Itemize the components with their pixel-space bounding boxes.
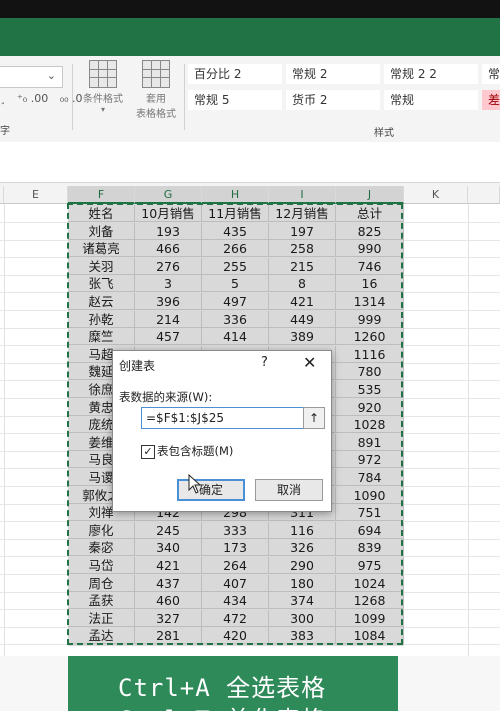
number-format-buttons: ¸ ⁺₀ .00 ₀₀ .0 (0, 92, 91, 105)
format-as-table-label-2: 表格格式 (136, 109, 176, 120)
chevron-down-icon: ⌄ (46, 69, 56, 82)
caption-line-1: Ctrl+A 全选表格 (118, 674, 327, 702)
cell-style-percent-2[interactable]: 百分比 2 (188, 64, 282, 84)
arrow-up-icon: ↑ (308, 411, 320, 425)
format-as-table-button[interactable]: 套用 表格格式 (130, 60, 182, 120)
column-header-e[interactable]: E (4, 186, 68, 204)
checkmark-icon: ✓ (143, 445, 153, 458)
conditional-format-label: 条件格式 (83, 94, 123, 105)
ribbon-separator (184, 64, 185, 130)
column-header-j[interactable]: J (336, 186, 404, 204)
format-as-table-label-1: 套用 (146, 94, 166, 105)
range-input[interactable]: =$F$1:$J$25 (141, 407, 307, 429)
conditional-format-button[interactable]: 条件格式 ▾ (80, 60, 126, 114)
has-headers-checkbox[interactable]: ✓ (141, 445, 155, 459)
has-headers-label[interactable]: 表包含标题(M) (157, 443, 233, 459)
gridline (4, 204, 5, 656)
comma-style-button[interactable]: ¸ (0, 92, 6, 105)
column-header-l[interactable] (468, 186, 500, 204)
shortcut-caption: Ctrl+A 全选表格 Ctrl+T 美化表格 (68, 656, 398, 711)
ribbon-separator (72, 64, 73, 130)
font-group-label: 字 (0, 126, 10, 137)
help-icon[interactable]: ? (261, 355, 268, 370)
create-table-dialog: 创建表 ? ✕ 表数据的来源(W): =$F$1:$J$25 ↑ ✓ 表包含标题… (112, 350, 332, 512)
column-header-h[interactable]: H (202, 186, 269, 204)
conditional-format-icon (89, 60, 117, 88)
cell-style-normal-5[interactable]: 常规 5 (188, 90, 282, 110)
dialog-title: 创建表 (119, 359, 156, 373)
cell-style-normal-2[interactable]: 常规 2 (286, 64, 380, 84)
formula-bar-area (0, 142, 500, 183)
styles-group-label: 样式 (374, 128, 394, 139)
close-icon[interactable]: ✕ (303, 353, 316, 372)
font-size-select[interactable]: ⌄ (0, 66, 63, 88)
cancel-button[interactable]: 取消 (255, 479, 323, 501)
column-header-f[interactable]: F (68, 186, 135, 204)
column-header-g[interactable]: G (135, 186, 202, 204)
ribbon-tab-bar (0, 18, 500, 56)
column-header-i[interactable]: I (269, 186, 336, 204)
column-header-k[interactable]: K (404, 186, 468, 204)
cell-style-partial[interactable]: 常 (482, 64, 500, 84)
window-top-bar (0, 0, 500, 18)
format-as-table-icon (142, 60, 170, 88)
cell-style-bad[interactable]: 差 (482, 90, 500, 110)
collapse-dialog-button[interactable]: ↑ (303, 407, 325, 429)
cell-style-currency-2[interactable]: 货币 2 (286, 90, 380, 110)
data-source-label: 表数据的来源(W): (119, 390, 213, 404)
mouse-cursor-icon (188, 474, 202, 494)
cell-style-normal[interactable]: 常规 (384, 90, 478, 110)
cell-style-normal-2-2[interactable]: 常规 2 2 (384, 64, 478, 84)
gridline (468, 204, 469, 656)
caption-line-2: Ctrl+T 美化表格 (118, 700, 326, 711)
ribbon: ⌄ ¸ ⁺₀ .00 ₀₀ .0 字 条件格式 ▾ 套用 表格格式 百分比 2 … (0, 56, 500, 143)
increase-decimal-button[interactable]: ⁺₀ .00 (17, 92, 48, 105)
